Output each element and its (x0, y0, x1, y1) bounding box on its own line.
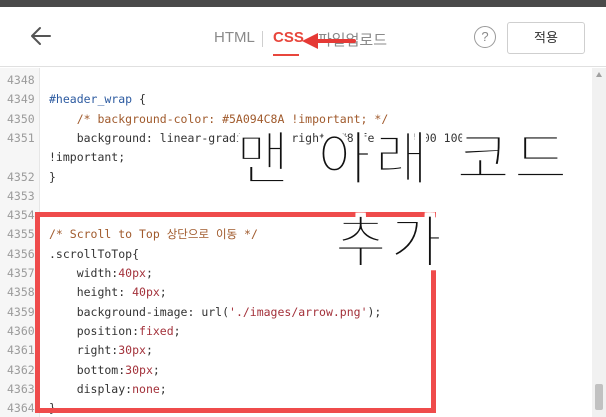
apply-button[interactable]: 적용 (507, 22, 585, 54)
editor-toolbar: HTML CSS 파일업로드 ? 적용 (0, 7, 606, 67)
line-number: 4356 (7, 246, 35, 261)
line-number: 4359 (7, 304, 35, 319)
code-text: } (49, 168, 56, 187)
line-number: 4358 (7, 285, 35, 300)
line-number: 4354 (7, 208, 35, 223)
line-number: 4353 (7, 188, 35, 203)
arrow-left-icon[interactable] (26, 21, 56, 51)
code-text: !important; (49, 148, 125, 167)
active-tab-underline (273, 54, 299, 56)
code-token: } (49, 169, 56, 184)
code-token: #header_wrap (49, 92, 133, 107)
line-number: 4351 (7, 130, 35, 145)
line-number: 4363 (7, 381, 35, 396)
annotation-arrow-icon (302, 33, 356, 49)
code-token: !important; (49, 150, 126, 165)
tab-html[interactable]: HTML (214, 29, 255, 46)
scroll-up-icon[interactable] (596, 72, 602, 77)
line-number: 4360 (7, 323, 35, 338)
tab-divider (262, 31, 263, 47)
help-button[interactable]: ? (474, 26, 496, 48)
scrollbar-thumb[interactable] (595, 384, 603, 410)
line-number: 4348 (7, 73, 35, 87)
code-token: { (132, 92, 146, 107)
line-number: 4355 (7, 227, 35, 242)
annotation-text-line2: 추가 (334, 211, 447, 277)
line-number: 4350 (7, 111, 35, 126)
code-line[interactable]: 4349 #header_wrap { (0, 90, 590, 109)
line-number: 4362 (7, 362, 35, 377)
line-number: 4364 (7, 401, 35, 416)
code-text: #header_wrap { (49, 90, 146, 109)
line-number: 4357 (7, 266, 35, 280)
line-number: 4361 (7, 343, 35, 358)
vertical-scrollbar[interactable] (592, 68, 606, 417)
line-number: 4349 (7, 92, 35, 107)
window-top-strip (0, 0, 606, 7)
code-line[interactable]: 4348 (0, 71, 590, 90)
line-number: 4352 (7, 169, 35, 184)
annotation-text-line1: 맨 아래 코드 (235, 125, 572, 194)
